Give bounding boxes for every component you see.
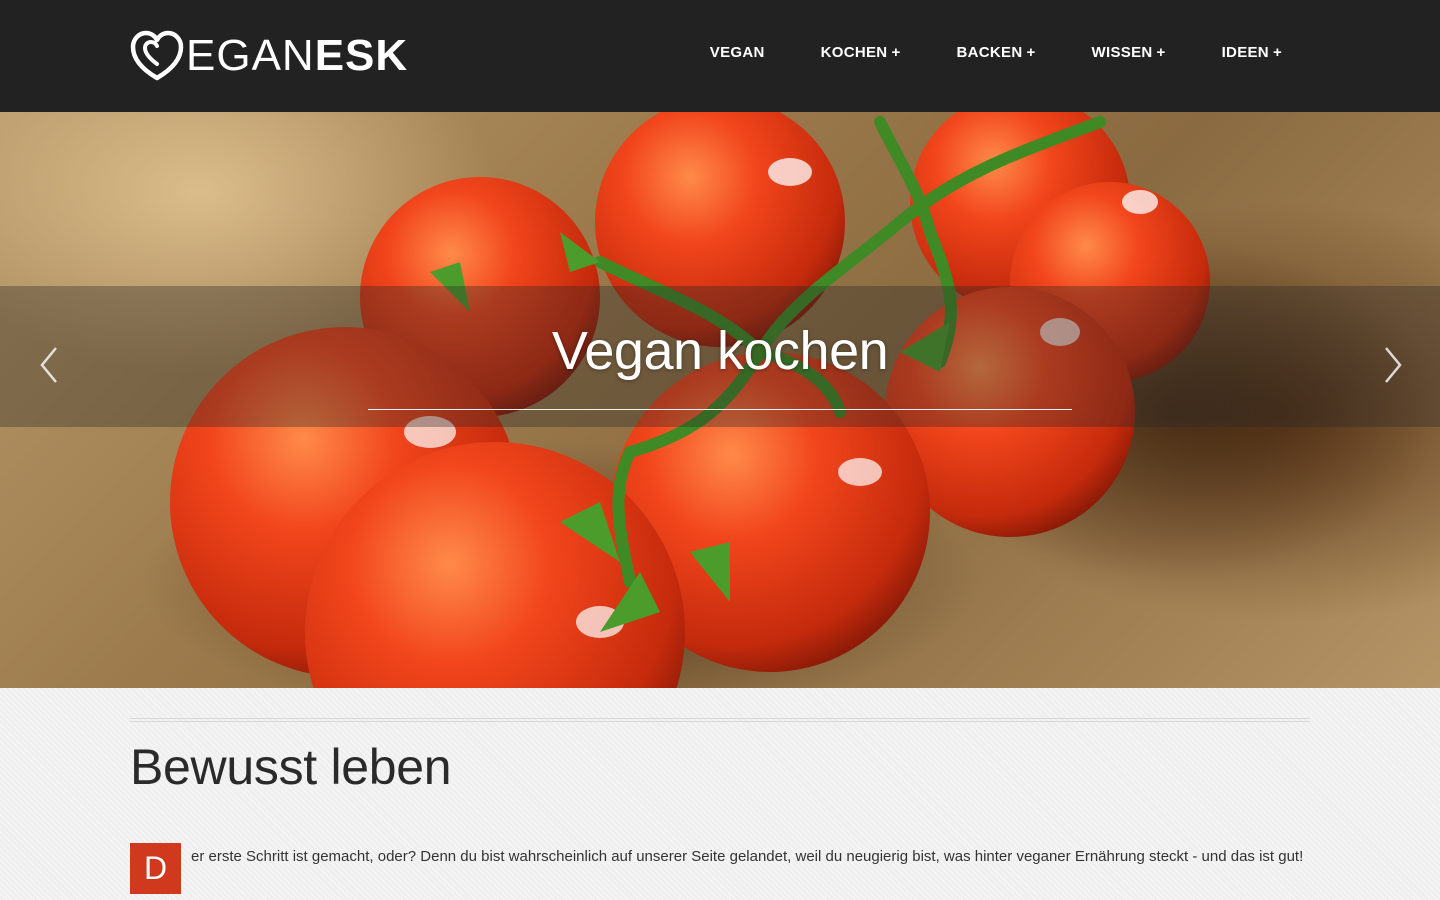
nav-item-label: WISSEN: [1091, 44, 1153, 61]
nav-item-vegan[interactable]: VEGAN: [710, 44, 765, 61]
site-header: EGANESK VEGAN KOCHEN + BACKEN + WISSEN + ID…: [0, 0, 1440, 112]
plus-icon: +: [891, 44, 901, 61]
logo-text-light: EGAN: [186, 31, 315, 80]
chevron-left-icon: [40, 347, 57, 383]
plus-icon: +: [1026, 44, 1036, 61]
hero-slider: Vegan kochen: [0, 112, 1440, 688]
nav-item-backen[interactable]: BACKEN +: [957, 44, 1036, 61]
nav-item-label: IDEEN: [1221, 44, 1269, 61]
nav-item-kochen[interactable]: KOCHEN +: [821, 44, 901, 61]
slider-prev-button[interactable]: [36, 344, 66, 386]
section-heading: Bewusst leben: [130, 739, 452, 795]
logo-wordmark: EGANESK: [186, 34, 408, 78]
hero-title: Vegan kochen: [551, 321, 889, 381]
main-nav: VEGAN KOCHEN + BACKEN + WISSEN + IDEEN +: [710, 44, 1282, 61]
nav-item-wissen[interactable]: WISSEN +: [1092, 44, 1166, 61]
plus-icon: +: [1156, 44, 1166, 61]
intro-paragraph: er erste Schritt ist gemacht, oder? Denn…: [191, 848, 1304, 865]
slider-next-button[interactable]: [1376, 344, 1406, 386]
nav-item-label: VEGAN: [709, 44, 765, 61]
nav-item-label: BACKEN: [956, 44, 1023, 61]
dropcap: D: [130, 843, 181, 894]
plus-icon: +: [1272, 44, 1282, 61]
nav-item-ideen[interactable]: IDEEN +: [1222, 44, 1282, 61]
hero-divider: [368, 409, 1072, 410]
main-content: Bewusst leben D er erste Schritt ist gem…: [0, 688, 1440, 900]
chevron-right-icon: [1385, 347, 1402, 383]
section-divider: [130, 718, 1310, 722]
site-logo[interactable]: EGANESK: [130, 30, 408, 82]
logo-text-bold: ESK: [314, 31, 409, 80]
heart-icon: [130, 30, 184, 81]
nav-item-label: KOCHEN: [820, 44, 888, 61]
